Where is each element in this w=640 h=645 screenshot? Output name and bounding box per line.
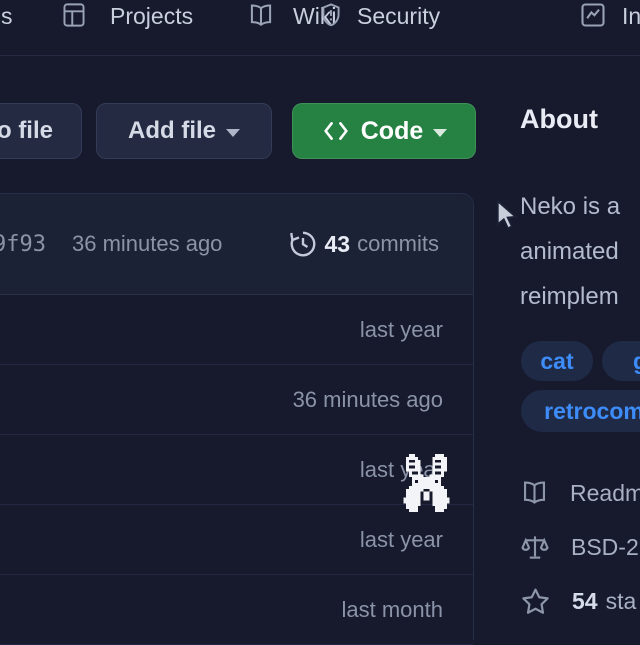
projects-icon — [60, 2, 88, 28]
law-scales-icon — [520, 532, 550, 562]
add-file-label: Add file — [128, 117, 216, 145]
license-label: BSD-2 — [571, 534, 639, 561]
go-to-file-label: o file — [0, 117, 53, 145]
mouse-cursor — [496, 200, 518, 230]
description-line: animated — [520, 229, 620, 274]
repo-tab-bar: s Projects Wiki Security In — [0, 0, 640, 56]
star-count: 54 — [572, 588, 598, 615]
stars-label: sta — [606, 588, 637, 615]
file-row[interactable]: 36 minutes ago — [0, 365, 473, 435]
commit-hash[interactable]: 9f93 — [0, 232, 46, 257]
topic-tag-go[interactable]: go — [602, 341, 640, 381]
code-brackets-icon — [321, 119, 351, 143]
repo-description: Neko is a animated reimplem — [520, 184, 620, 319]
neko-cat-sprite — [403, 454, 450, 512]
history-clock-icon — [288, 229, 318, 259]
nav-item-insights[interactable]: In — [622, 3, 640, 30]
readme-link[interactable]: Readm — [520, 478, 640, 508]
wiki-book-icon — [247, 3, 275, 28]
file-updated-time[interactable]: 36 minutes ago — [293, 387, 443, 413]
file-table: 9f93 36 minutes ago 43 commits last year… — [0, 193, 474, 640]
commit-history-link[interactable]: 43 commits — [288, 229, 439, 259]
about-heading: About — [520, 104, 598, 135]
file-updated-time[interactable]: last year — [360, 317, 443, 343]
commits-label: commits — [357, 231, 439, 257]
commit-count: 43 — [325, 231, 351, 258]
file-updated-time[interactable]: last year — [360, 527, 443, 553]
code-button[interactable]: Code — [292, 103, 476, 159]
code-label: Code — [361, 117, 424, 146]
description-line: Neko is a — [520, 184, 620, 229]
readme-book-icon — [520, 480, 549, 506]
nav-item-clipped[interactable]: s — [1, 3, 13, 30]
file-row[interactable]: last year — [0, 505, 473, 575]
latest-commit-time[interactable]: 36 minutes ago — [72, 231, 222, 257]
security-shield-icon — [318, 2, 344, 29]
license-link[interactable]: BSD-2 — [520, 532, 639, 562]
chevron-down-icon — [433, 129, 447, 137]
description-line: reimplem — [520, 274, 620, 319]
file-row[interactable]: last month — [0, 575, 473, 645]
file-row[interactable]: last year — [0, 295, 473, 365]
go-to-file-button[interactable]: o file — [0, 103, 82, 159]
topic-tag-cat[interactable]: cat — [521, 341, 593, 381]
nav-item-projects[interactable]: Projects — [110, 3, 193, 30]
add-file-button[interactable]: Add file — [96, 103, 272, 159]
topic-tag-retrocomputing[interactable]: retrocomp — [521, 390, 640, 432]
file-updated-time[interactable]: last month — [342, 597, 444, 623]
latest-commit-bar[interactable]: 9f93 36 minutes ago 43 commits — [0, 194, 473, 295]
chevron-down-icon — [226, 129, 240, 137]
star-icon — [520, 586, 551, 617]
insights-graph-icon — [578, 1, 608, 29]
readme-label: Readm — [570, 480, 640, 507]
nav-item-security[interactable]: Security — [357, 3, 440, 30]
stars-link[interactable]: 54 sta — [520, 586, 636, 616]
